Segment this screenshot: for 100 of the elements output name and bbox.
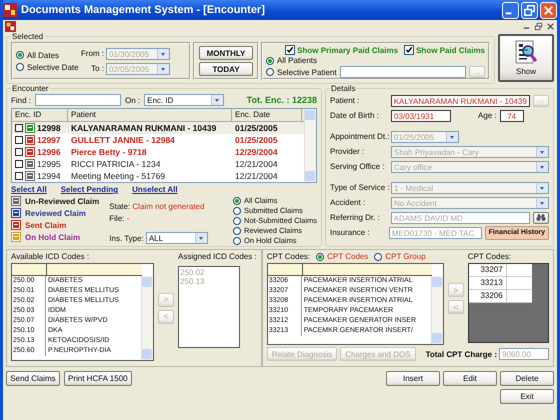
minimize-icon[interactable] xyxy=(502,2,519,18)
search-by-dropdown[interactable]: Enc. ID xyxy=(144,94,224,106)
field-label: Find : xyxy=(11,96,32,104)
table-cell-text: 12/21/2004 xyxy=(234,171,279,181)
action-button[interactable]: Print HCFA 1500 xyxy=(64,371,132,386)
check-icon xyxy=(405,46,414,54)
field-label: Date of Birth : xyxy=(330,111,380,120)
claim-status-icon xyxy=(25,123,35,133)
group-title: Encounter xyxy=(11,84,50,93)
field-label: From : xyxy=(80,49,104,58)
claim-status-icon xyxy=(11,208,21,218)
claim-status-icon xyxy=(11,196,21,206)
age-field[interactable]: 74 xyxy=(500,110,524,122)
claim-status-icon xyxy=(25,159,35,169)
column-header[interactable]: Patient xyxy=(68,109,232,121)
scrollbar[interactable] xyxy=(304,109,316,182)
table-cell-text: GULLETT JANNIE - 12984 xyxy=(70,135,176,145)
patient-field[interactable]: KALYANARAMAN RUKMANI - 10439 xyxy=(390,94,530,106)
filter-checkbox[interactable]: Show Paid Claims xyxy=(404,45,485,55)
action-button[interactable]: Exit xyxy=(500,389,554,404)
field-label: Accident : xyxy=(330,198,366,207)
field-label: Referring Dr. : xyxy=(330,213,381,222)
table-cell: 12995 xyxy=(37,159,61,169)
period-button[interactable]: TODAY xyxy=(199,62,253,76)
section-label: CPT Codes: xyxy=(468,252,512,261)
radio-option[interactable]: All Patients xyxy=(266,56,485,65)
column-header[interactable]: Enc. ID xyxy=(12,109,68,121)
row-checkbox[interactable] xyxy=(15,172,23,180)
total-encounters: Tot. Enc. : 12238 xyxy=(246,95,317,105)
filter-checkbox[interactable]: Show Primary Paid Claims xyxy=(285,45,398,55)
field-label: Serving Office : xyxy=(330,162,386,171)
action-button[interactable]: Insert xyxy=(386,371,440,386)
claim-status-icon xyxy=(11,220,21,230)
radio-option[interactable]: Selective Date xyxy=(16,62,76,72)
action-button[interactable]: Send Claims xyxy=(6,371,60,386)
restore-icon[interactable] xyxy=(521,2,538,18)
claim-status-icon xyxy=(25,135,35,145)
group-title: Selected xyxy=(11,32,44,41)
table-cell-text: Meeting Meeting - 51769 xyxy=(70,171,166,181)
table-cell: 12998 xyxy=(37,123,61,133)
row-checkbox[interactable] xyxy=(15,124,23,132)
field-label: Type of Service : xyxy=(330,183,388,192)
section-label: Assigned ICD Codes : xyxy=(178,252,257,261)
legend-label: Sent Claim xyxy=(25,220,66,230)
claim-status-icon xyxy=(25,147,35,157)
table-cell: 12994 xyxy=(37,171,61,181)
radio-option[interactable]: All Dates xyxy=(16,50,76,60)
restore-icon[interactable] xyxy=(534,22,543,30)
table-cell-text: 01/25/2005 xyxy=(234,135,279,145)
birth-date-field[interactable]: 03/03/1931 xyxy=(391,110,451,122)
table-cell-text: 01/25/2005 xyxy=(234,123,279,133)
section-label: Available ICD Codes : xyxy=(11,252,90,261)
radio-option[interactable]: Selective Patient xyxy=(266,68,337,76)
patient-field[interactable] xyxy=(340,66,466,78)
table-cell-text: 12/29/2004 xyxy=(234,147,279,157)
field-label: State: xyxy=(109,202,130,211)
claim-status-icon xyxy=(11,232,21,242)
field-label: On : xyxy=(125,96,140,104)
table-cell: 12996 xyxy=(37,147,61,157)
search-button[interactable] xyxy=(533,212,549,224)
field-label: Total CPT Charge : xyxy=(426,350,497,358)
action-button[interactable]: Edit xyxy=(443,371,497,386)
column-header[interactable]: Enc. Date xyxy=(232,109,302,121)
table-cell: 33207 xyxy=(468,264,507,276)
table-cell-text: KALYANARAMAN RUKMANI - 10439 xyxy=(70,123,218,133)
legend-label: Reviewed Claim xyxy=(25,208,86,218)
insurance-type-dropdown[interactable]: ALL xyxy=(146,232,208,244)
row-checkbox[interactable] xyxy=(15,136,23,144)
table-cell: 33206 xyxy=(468,290,507,302)
link[interactable]: Select All xyxy=(11,185,47,194)
radio-option[interactable]: CPT Group xyxy=(374,252,426,261)
row-checkbox[interactable] xyxy=(15,148,23,156)
field-label: Appointment Dt.: xyxy=(330,132,388,141)
table-cell-text: 12/21/2004 xyxy=(234,159,279,169)
show-button[interactable]: Show xyxy=(498,34,554,82)
row-checkbox[interactable] xyxy=(15,160,23,168)
scrollbar[interactable] xyxy=(430,276,443,344)
field-label: Provider : xyxy=(330,147,366,156)
table-cell-text: RICCI PATRICIA - 1234 xyxy=(70,159,162,169)
action-button[interactable]: Delete xyxy=(500,371,554,386)
period-button[interactable]: MONTHLY xyxy=(199,46,253,60)
field-label: Patient : xyxy=(330,96,360,105)
file-value: - xyxy=(126,214,130,223)
field-label: Ins. Type: xyxy=(109,234,144,242)
radio-option[interactable]: CPT Codes xyxy=(316,252,368,261)
table-cell: 12997 xyxy=(37,135,61,145)
legend-label: Un-Reviewed Claim xyxy=(25,196,100,206)
scrollbar[interactable] xyxy=(141,276,153,360)
table-cell-text: Pierce Betty - 9718 xyxy=(70,147,148,157)
close-icon[interactable] xyxy=(546,22,555,30)
section-label: CPT Codes: xyxy=(266,252,310,261)
group-title: Details xyxy=(330,84,356,93)
table-cell: 33213 xyxy=(468,277,507,289)
link[interactable]: Select Pending xyxy=(60,185,118,194)
find-field[interactable] xyxy=(35,94,122,106)
field-label: Insurance : xyxy=(330,228,371,237)
window-title: Documents Management System - [Encounter] xyxy=(21,4,266,16)
link[interactable]: Unselect All xyxy=(132,185,178,194)
state-value: Claim not generated xyxy=(132,202,204,211)
eye-chart-icon xyxy=(513,40,539,66)
